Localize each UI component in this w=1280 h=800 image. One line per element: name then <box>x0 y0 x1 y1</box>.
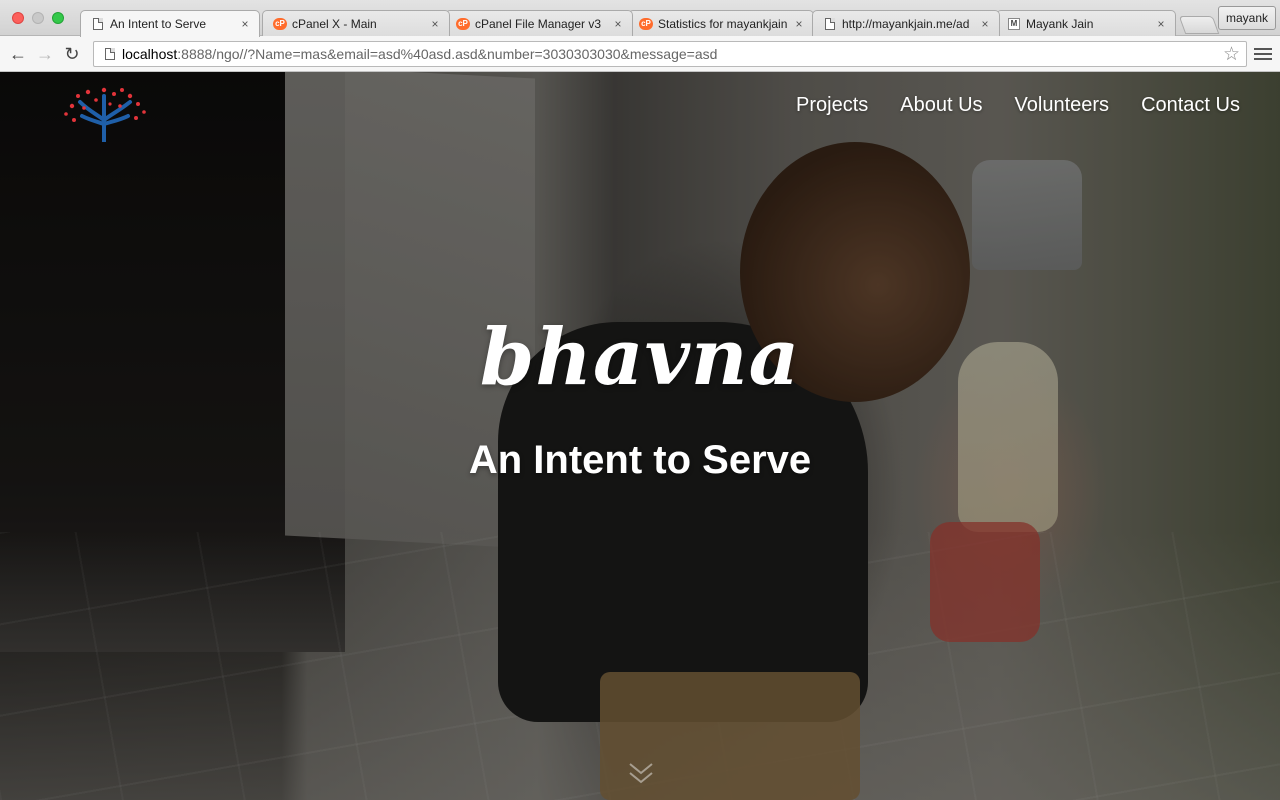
tab-title: Statistics for mayankjain <box>658 17 788 31</box>
tab-close-icon[interactable]: × <box>429 17 441 31</box>
bookmark-star-icon[interactable]: ☆ <box>1223 43 1240 66</box>
document-icon <box>91 17 105 31</box>
minimize-window-button[interactable] <box>32 12 44 24</box>
hero-photo <box>0 72 1280 800</box>
tab-mayank-jain[interactable]: M Mayank Jain × <box>996 10 1176 37</box>
address-bar[interactable]: localhost:8888/ngo//?Name=mas&email=asd%… <box>93 41 1247 67</box>
url-host: localhost <box>122 46 178 62</box>
nav-projects[interactable]: Projects <box>796 94 868 117</box>
tree-logo-icon[interactable] <box>58 84 150 142</box>
tab-title: http://mayankjain.me/ad <box>842 17 970 31</box>
tab-close-icon[interactable]: × <box>239 17 251 31</box>
tab-statistics[interactable]: cP Statistics for mayankjain × <box>628 10 814 37</box>
document-icon <box>823 17 837 31</box>
tab-strip: cP Statistics for mayankjain × cP cPanel… <box>0 0 1280 37</box>
tab-title: An Intent to Serve <box>110 17 207 31</box>
tab-title: Mayank Jain <box>1026 17 1094 31</box>
maximize-window-button[interactable] <box>52 12 64 24</box>
new-tab-button[interactable] <box>1178 16 1220 34</box>
tab-close-icon[interactable]: × <box>612 17 624 31</box>
nav-contact-us[interactable]: Contact Us <box>1141 94 1240 117</box>
reload-icon[interactable]: ↻ <box>60 42 84 66</box>
browser-chrome: cP Statistics for mayankjain × cP cPanel… <box>0 0 1280 72</box>
back-arrow-icon[interactable]: ← <box>6 42 30 66</box>
browser-toolbar: ← → ↻ localhost:8888/ngo//?Name=mas&emai… <box>0 36 1280 72</box>
nav-volunteers[interactable]: Volunteers <box>1015 94 1110 117</box>
cpanel-icon: cP <box>639 17 653 31</box>
m-favicon-icon: M <box>1007 17 1021 31</box>
tab-cpanel-main[interactable]: cP cPanel X - Main × <box>262 10 450 37</box>
tagline: An Intent to Serve <box>468 438 812 482</box>
tab-close-icon[interactable]: × <box>979 17 991 31</box>
tab-close-icon[interactable]: × <box>793 17 805 31</box>
forward-arrow-icon[interactable]: → <box>33 42 57 66</box>
page-icon <box>100 48 120 60</box>
cpanel-icon: cP <box>456 17 470 31</box>
tab-cpanel-file-manager[interactable]: cP cPanel File Manager v3 × <box>445 10 633 37</box>
tab-mayankjain-url[interactable]: http://mayankjain.me/ad × <box>812 10 1000 37</box>
url-text[interactable]: localhost:8888/ngo//?Name=mas&email=asd%… <box>122 46 717 62</box>
tab-close-icon[interactable]: × <box>1155 17 1167 31</box>
site-navigation: Projects About Us Volunteers Contact Us <box>796 94 1240 117</box>
url-path: :8888/ngo//?Name=mas&email=asd%40asd.asd… <box>177 46 718 62</box>
brand-title: bhavna <box>479 312 801 403</box>
cpanel-icon: cP <box>273 17 287 31</box>
nav-about-us[interactable]: About Us <box>900 94 982 117</box>
tab-an-intent-to-serve[interactable]: An Intent to Serve × <box>80 10 260 37</box>
close-window-button[interactable] <box>12 12 24 24</box>
profile-button[interactable]: mayank <box>1218 6 1276 30</box>
tab-title: cPanel File Manager v3 <box>475 17 602 31</box>
hero-dark-overlay <box>0 72 1280 800</box>
double-chevron-down-icon[interactable] <box>626 758 656 788</box>
hamburger-menu-icon[interactable] <box>1254 44 1272 64</box>
page-viewport: Projects About Us Volunteers Contact Us … <box>0 72 1280 800</box>
tab-title: cPanel X - Main <box>292 17 377 31</box>
